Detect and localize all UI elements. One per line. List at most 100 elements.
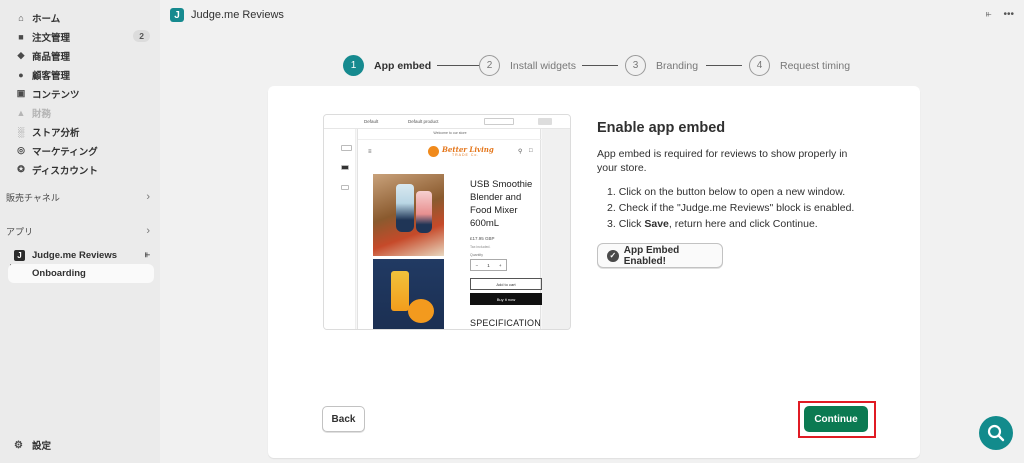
sidebar-item-label: ディスカウント	[32, 165, 98, 177]
sidebar-item-label: 商品管理	[32, 51, 71, 63]
minus-icon: −	[475, 262, 479, 268]
preview-sidebar	[324, 129, 356, 329]
instruction-text-bold: Save	[644, 218, 669, 230]
sidebar-item-label: マーケティング	[32, 146, 98, 158]
instruction-text-post: , return here and click Continue.	[668, 218, 818, 230]
main-area: J Judge.me Reviews ⫦ ••• 1 App embed 2 I…	[160, 0, 1024, 463]
app-embed-enabled-button[interactable]: ✓ App Embed Enabled!	[597, 243, 723, 268]
step-number: 1	[343, 55, 364, 76]
continue-button[interactable]: Continue	[804, 406, 868, 432]
instruction-list: 1. Click on the button below to open a n…	[607, 184, 854, 232]
sidebar-item-analytics[interactable]: ░ ストア分析	[8, 122, 156, 141]
sales-channels-section[interactable]: 販売チャネル ›	[6, 190, 154, 204]
step-request-timing[interactable]: 4 Request timing	[749, 55, 850, 76]
cart-icon: □	[529, 148, 533, 154]
orange-image	[408, 299, 434, 323]
sidebar-item-discounts[interactable]: ✪ ディスカウント	[8, 160, 156, 179]
gear-icon: ⚙	[14, 439, 23, 451]
inbox-icon: ■	[18, 31, 24, 42]
home-icon: ⌂	[18, 12, 24, 23]
sidebar-item-onboarding[interactable]: Onboarding	[8, 264, 154, 283]
search-icon: ⚲	[518, 149, 523, 155]
preview-toolbar-default: Default	[364, 119, 379, 124]
step-install-widgets[interactable]: 2 Install widgets	[479, 55, 576, 76]
step-label: Request timing	[780, 59, 851, 72]
chevron-right-icon: ›	[146, 191, 150, 203]
sidebar-item-products[interactable]: ◆ 商品管理	[8, 46, 156, 65]
instruction-text-pre: Click	[618, 218, 645, 230]
app-embed-enabled-label: App Embed Enabled!	[623, 244, 680, 267]
sidebar-item-customers[interactable]: ● 顧客管理	[8, 65, 156, 84]
preview-toolbar: Default Default product	[324, 115, 570, 129]
sidebar-item-label: コンテンツ	[32, 89, 80, 101]
instruction-item: 3. Click Save, return here and click Con…	[607, 216, 854, 232]
sidebar-item-marketing[interactable]: ◎ マーケティング	[8, 141, 156, 160]
sidebar-app-judgeme[interactable]: J Judge.me Reviews ⫦	[8, 246, 156, 264]
preview-sidebar-box	[341, 165, 349, 170]
instruction-number: 1.	[607, 186, 616, 198]
preview-brand-sub: TRADE Co.	[452, 153, 480, 157]
step-number: 4	[749, 55, 770, 76]
person-icon: ●	[18, 69, 24, 80]
app-name: Judge.me Reviews	[32, 249, 118, 261]
sidebar-item-label: 注文管理	[32, 32, 71, 44]
sidebar-item-content[interactable]: ▣ コンテンツ	[8, 84, 156, 103]
sidebar-item-label: 財務	[32, 108, 52, 120]
preview-add-to-cart: Add to cart	[470, 278, 542, 290]
discount-icon: ✪	[17, 164, 25, 174]
pin-icon[interactable]: ⫦	[986, 9, 992, 20]
step-label: App embed	[374, 59, 432, 72]
instruction-text: Click on the button below to open a new …	[618, 186, 846, 198]
sidebar-item-orders[interactable]: ■ 注文管理 2	[8, 27, 156, 46]
step-connector	[706, 65, 742, 66]
preview-quantity-value: 1	[487, 262, 490, 268]
step-number: 2	[479, 55, 500, 76]
back-button[interactable]: Back	[322, 406, 365, 432]
sidebar-item-label: 設定	[32, 441, 52, 452]
step-branding[interactable]: 3 Branding	[625, 55, 698, 76]
sidebar: ⌂ ホーム ■ 注文管理 2 ◆ 商品管理 ● 顧客管理 ▣ コンテンツ ▲ 財…	[0, 0, 160, 463]
preview-tax-note: Tax included.	[470, 245, 491, 249]
more-actions-icon[interactable]: •••	[1003, 9, 1014, 20]
app-topbar: J Judge.me Reviews ⫦ •••	[160, 0, 1024, 30]
sidebar-item-finance: ▲ 財務	[8, 103, 156, 122]
plus-icon: +	[498, 262, 502, 268]
blender-bottle-image	[396, 184, 414, 232]
sidebar-item-label: ストア分析	[32, 127, 80, 139]
sidebar-item-settings[interactable]: ⚙ 設定	[8, 436, 51, 454]
instruction-number: 2.	[607, 202, 616, 214]
preview-spec-heading: SPECIFICATION	[470, 318, 541, 328]
preview-save-button	[538, 118, 552, 125]
content-icon: ▣	[16, 88, 26, 98]
apps-section[interactable]: アプリ ›	[6, 224, 154, 238]
blender-bottle-image	[416, 191, 432, 233]
menu-icon: ≡	[368, 149, 372, 155]
theme-editor-preview: Default Default product Welcome to our s…	[323, 114, 571, 330]
preview-right-panel	[542, 129, 570, 329]
search-icon	[987, 424, 1005, 442]
instruction-text: Check if the "Judge.me Reviews" block is…	[618, 202, 855, 214]
preview-quantity-label: Quantity	[470, 253, 484, 257]
preview-sidebar-box	[341, 145, 352, 151]
tag-icon: ◆	[17, 50, 25, 60]
preview-sidebar-box	[341, 185, 349, 190]
app-icon: J	[170, 8, 184, 22]
preview-brand-logo: Better Living TRADE Co.	[428, 145, 498, 159]
preview-buy-now: Buy it now	[470, 293, 542, 305]
step-connector	[582, 65, 618, 66]
step-app-embed[interactable]: 1 App embed	[343, 55, 431, 76]
sidebar-item-home[interactable]: ⌂ ホーム	[8, 8, 156, 27]
orders-count-badge: 2	[133, 30, 150, 42]
sidebar-item-label: ホーム	[32, 13, 61, 25]
judgeme-logo-icon: J	[14, 249, 25, 261]
preview-quantity-stepper: − 1 +	[470, 259, 507, 271]
sales-channels-label: 販売チャネル	[6, 192, 60, 203]
preview-divider	[358, 139, 542, 140]
target-icon: ◎	[17, 145, 25, 155]
help-search-button[interactable]	[979, 416, 1013, 450]
chevron-right-icon: ›	[146, 225, 150, 237]
pin-icon[interactable]: ⫦	[145, 249, 150, 260]
card-description: App embed is required for reviews to sho…	[597, 148, 848, 174]
apps-label: アプリ	[6, 226, 34, 237]
check-circle-icon: ✓	[607, 249, 619, 262]
